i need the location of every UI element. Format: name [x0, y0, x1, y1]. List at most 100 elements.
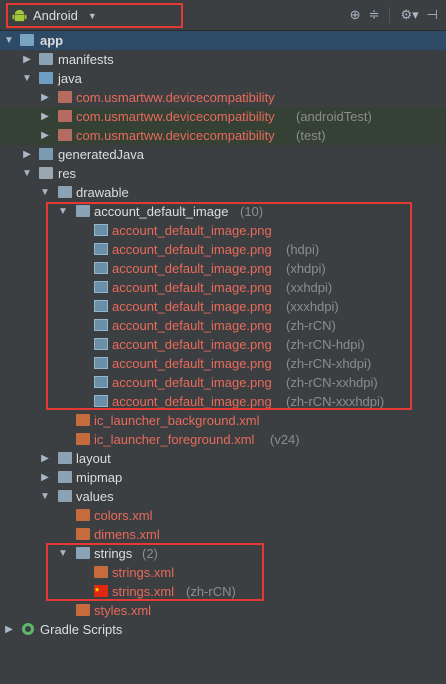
tree-item-png-file[interactable]: account_default_image.png (zh-rCN)	[0, 316, 446, 335]
file-qualifier: (xxxhdpi)	[286, 299, 339, 314]
folder-icon	[39, 53, 53, 65]
tree-item-png-file[interactable]: account_default_image.png (xxxhdpi)	[0, 297, 446, 316]
china-flag-icon	[94, 585, 108, 597]
file-qualifier: (zh-rCN-xxhdpi)	[286, 375, 378, 390]
tree-item-png-file[interactable]: account_default_image.png (zh-rCN-xxhdpi)	[0, 373, 446, 392]
image-file-icon	[94, 224, 108, 236]
expand-arrow-icon[interactable]: ▶	[22, 50, 32, 69]
gradle-icon	[22, 623, 34, 635]
file-name: account_default_image.png	[112, 223, 272, 238]
module-folder-icon	[20, 34, 34, 46]
tree-item-package[interactable]: ▶ com.usmartww.devicecompatibility	[0, 88, 446, 107]
xml-file-icon	[76, 433, 90, 445]
xml-file-icon	[76, 509, 90, 521]
file-qualifier: (zh-rCN)	[286, 318, 336, 333]
folder-icon	[58, 490, 72, 502]
tree-item-colors-xml[interactable]: colors.xml	[0, 506, 446, 525]
folder-icon	[58, 471, 72, 483]
expand-arrow-icon[interactable]: ▶	[40, 107, 50, 126]
expand-arrow-icon[interactable]: ▶	[40, 88, 50, 107]
folder-icon	[76, 205, 90, 217]
file-qualifier: (xhdpi)	[286, 261, 326, 276]
tree-item-java[interactable]: ▼ java	[0, 69, 446, 88]
image-file-icon	[94, 319, 108, 331]
tree-item-png-file[interactable]: account_default_image.png (zh-rCN-xxxhdpi…	[0, 392, 446, 411]
gear-icon[interactable]: ⚙▾	[400, 7, 418, 23]
image-file-icon	[94, 376, 108, 388]
project-toolbar: Android ▼ ⊕ ≑ ⚙▾ ⊣	[0, 0, 446, 31]
tree-item-dimens-xml[interactable]: dimens.xml	[0, 525, 446, 544]
source-folder-icon	[39, 72, 53, 84]
xml-file-icon	[94, 566, 108, 578]
file-qualifier: (xxhdpi)	[286, 280, 333, 295]
tree-item-mipmap[interactable]: ▶ mipmap	[0, 468, 446, 487]
tree-item-png-file[interactable]: account_default_image.png (xxhdpi)	[0, 278, 446, 297]
folder-icon	[76, 547, 90, 559]
expand-arrow-icon[interactable]: ▼	[40, 183, 50, 202]
project-view-dropdown[interactable]: Android ▼	[6, 3, 183, 28]
file-qualifier: (hdpi)	[286, 242, 320, 257]
xml-file-icon	[76, 414, 90, 426]
image-file-icon	[94, 243, 108, 255]
image-file-icon	[94, 262, 108, 274]
toolbar-actions: ⊕ ≑ ⚙▾ ⊣	[350, 7, 438, 23]
tree-item-generatedjava[interactable]: ▶ generatedJava	[0, 145, 446, 164]
expand-arrow-icon[interactable]: ▶	[40, 468, 50, 487]
file-name: account_default_image.png	[112, 337, 272, 352]
expand-arrow-icon[interactable]: ▼	[58, 544, 68, 563]
chevron-down-icon: ▼	[87, 10, 97, 21]
package-icon	[58, 110, 72, 122]
tree-item-png-file[interactable]: account_default_image.png	[0, 221, 446, 240]
tree-item-ic-launcher-foreground[interactable]: ic_launcher_foreground.xml (v24)	[0, 430, 446, 449]
resource-folder-icon	[39, 167, 53, 179]
tree-item-package-test[interactable]: ▶ com.usmartww.devicecompatibility (test…	[0, 126, 446, 145]
tree-item-png-file[interactable]: account_default_image.png (zh-rCN-xhdpi)	[0, 354, 446, 373]
xml-file-icon	[76, 604, 90, 616]
project-tree: ▼ app ▶ manifests ▼ java ▶ com.usmartww.…	[0, 31, 446, 639]
expand-arrow-icon[interactable]: ▼	[40, 487, 50, 506]
tree-item-res[interactable]: ▼ res	[0, 164, 446, 183]
tree-item-strings-xml[interactable]: strings.xml	[0, 563, 446, 582]
expand-arrow-icon[interactable]: ▼	[22, 164, 32, 183]
file-name: account_default_image.png	[112, 299, 272, 314]
tree-item-package-androidtest[interactable]: ▶ com.usmartww.devicecompatibility (andr…	[0, 107, 446, 126]
tree-item-strings-xml-zh[interactable]: strings.xml (zh-rCN)	[0, 582, 446, 601]
tree-item-account-default-image-group[interactable]: ▼ account_default_image (10)	[0, 202, 446, 221]
expand-arrow-icon[interactable]: ▶	[4, 620, 14, 639]
file-name: account_default_image.png	[112, 375, 272, 390]
hide-icon[interactable]: ⊣	[427, 7, 438, 23]
tree-item-png-file[interactable]: account_default_image.png (hdpi)	[0, 240, 446, 259]
file-name: account_default_image.png	[112, 394, 272, 409]
expand-arrow-icon[interactable]: ▶	[40, 126, 50, 145]
toolbar-separator	[389, 7, 391, 23]
tree-item-strings-group[interactable]: ▼ strings (2)	[0, 544, 446, 563]
package-icon	[58, 91, 72, 103]
tree-item-png-file[interactable]: account_default_image.png (zh-rCN-hdpi)	[0, 335, 446, 354]
image-file-icon	[94, 395, 108, 407]
file-name: account_default_image.png	[112, 261, 272, 276]
package-icon	[58, 129, 72, 141]
tree-item-layout[interactable]: ▶ layout	[0, 449, 446, 468]
file-qualifier: (zh-rCN-xxxhdpi)	[286, 394, 385, 409]
image-file-icon	[94, 357, 108, 369]
expand-arrow-icon[interactable]: ▼	[4, 31, 14, 50]
tree-item-gradle-scripts[interactable]: ▶ Gradle Scripts	[0, 620, 446, 639]
project-view-label: Android	[33, 8, 78, 23]
expand-arrow-icon[interactable]: ▶	[40, 449, 50, 468]
file-name: account_default_image.png	[112, 242, 272, 257]
collapse-all-icon[interactable]: ≑	[369, 7, 380, 23]
tree-item-png-file[interactable]: account_default_image.png (xhdpi)	[0, 259, 446, 278]
expand-arrow-icon[interactable]: ▶	[22, 145, 32, 164]
tree-item-manifests[interactable]: ▶ manifests	[0, 50, 446, 69]
folder-icon	[58, 452, 72, 464]
expand-arrow-icon[interactable]: ▼	[22, 69, 32, 88]
tree-item-app[interactable]: ▼ app	[0, 31, 446, 50]
file-qualifier: (zh-rCN-xhdpi)	[286, 356, 372, 371]
expand-arrow-icon[interactable]: ▼	[58, 202, 68, 221]
tree-item-ic-launcher-background[interactable]: ic_launcher_background.xml	[0, 411, 446, 430]
tree-item-styles-xml[interactable]: styles.xml	[0, 601, 446, 620]
xml-file-icon	[76, 528, 90, 540]
locate-icon[interactable]: ⊕	[350, 7, 361, 23]
tree-item-drawable[interactable]: ▼ drawable	[0, 183, 446, 202]
tree-item-values[interactable]: ▼ values	[0, 487, 446, 506]
